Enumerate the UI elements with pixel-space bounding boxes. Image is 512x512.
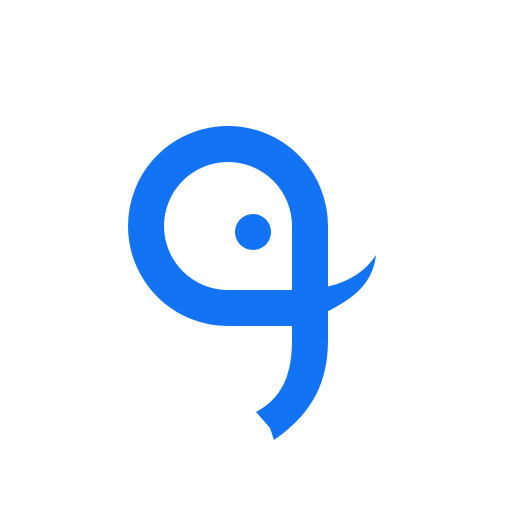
app-icon-canvas bbox=[0, 0, 512, 512]
logo-mark-icon bbox=[128, 126, 376, 440]
logo-loop-stroke bbox=[128, 126, 328, 326]
logo-eye-dot bbox=[235, 214, 271, 250]
